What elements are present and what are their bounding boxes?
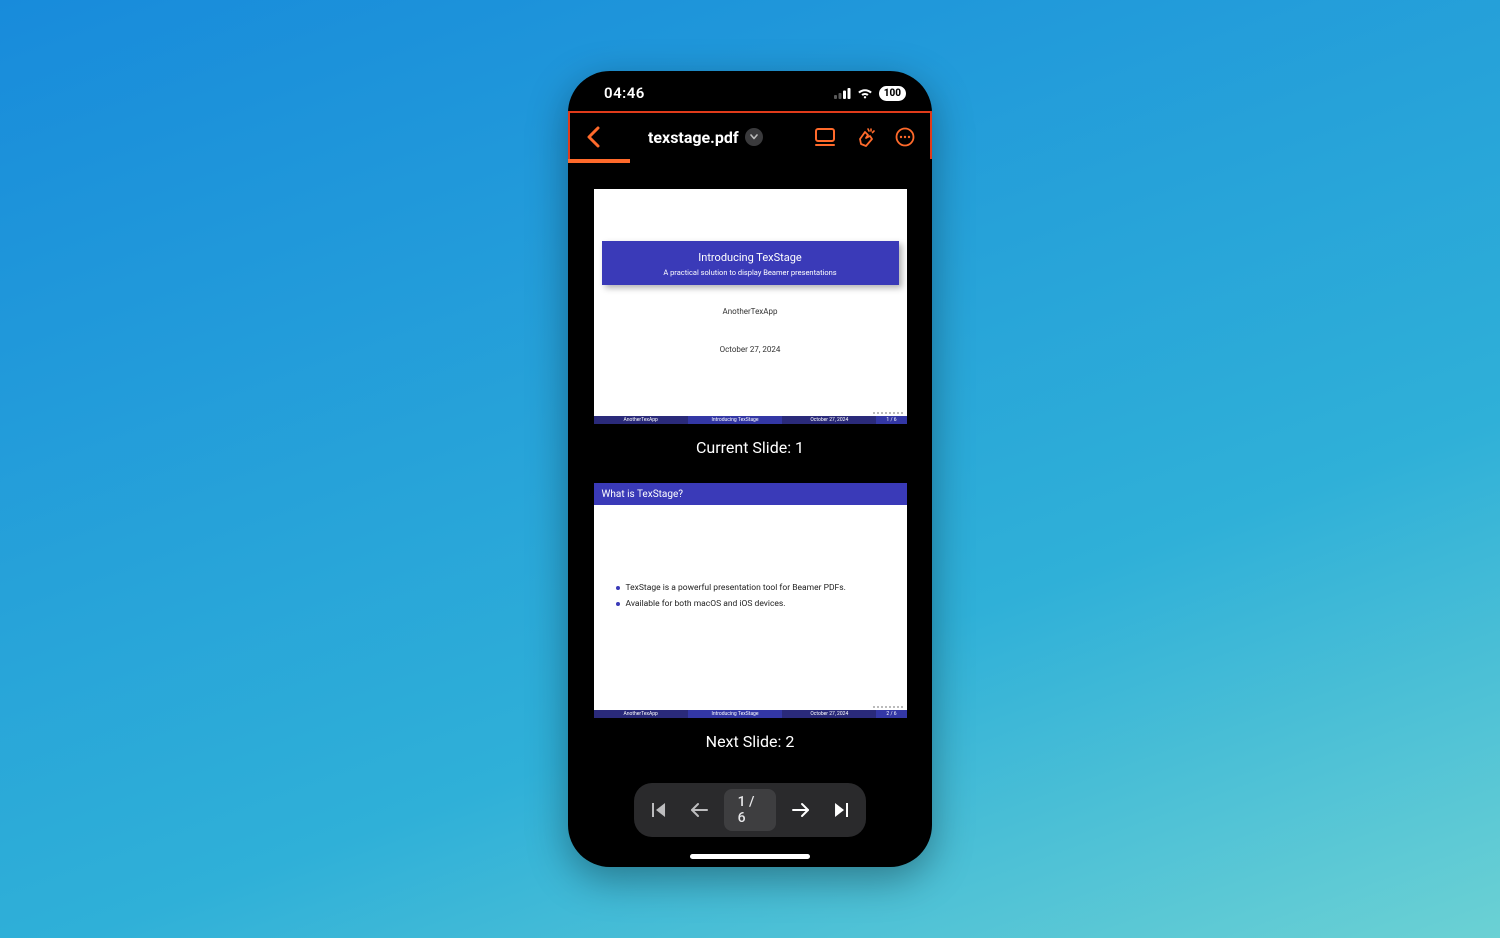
arrow-right-icon: [791, 802, 811, 818]
applause-button[interactable]: [848, 120, 882, 154]
footer-left: AnotherTexApp: [594, 416, 688, 424]
footer-center: Introducing TexStage: [688, 416, 782, 424]
footer-center: Introducing TexStage: [688, 710, 782, 718]
footer-page: 2 / 6: [876, 710, 906, 718]
next-slide-button[interactable]: [786, 793, 816, 827]
slide-author: AnotherTexApp: [594, 307, 907, 316]
page-indicator[interactable]: 1 / 6: [724, 789, 777, 831]
beamer-footer: AnotherTexApp Introducing TexStage Octob…: [594, 710, 907, 718]
cellular-icon: [834, 88, 851, 99]
document-title: texstage.pdf: [648, 128, 739, 147]
status-time: 04:46: [604, 84, 645, 102]
footer-right: October 27, 2024: [782, 416, 876, 424]
first-slide-button[interactable]: [644, 793, 674, 827]
footer-right: October 27, 2024: [782, 710, 876, 718]
title-dropdown[interactable]: [745, 128, 763, 146]
current-slide-preview[interactable]: Introducing TexStage A practical solutio…: [594, 189, 907, 424]
document-title-wrap[interactable]: texstage.pdf: [648, 128, 763, 147]
bullet-item: TexStage is a powerful presentation tool…: [616, 583, 891, 593]
current-slide-label: Current Slide: 1: [696, 438, 804, 457]
footer-left: AnotherTexApp: [594, 710, 688, 718]
next-slide-preview[interactable]: What is TexStage? TexStage is a powerful…: [594, 483, 907, 718]
display-icon: [814, 127, 836, 147]
slide-progress[interactable]: [568, 159, 932, 163]
nav-bar-wrap: texstage.pdf: [568, 115, 932, 159]
back-button[interactable]: [578, 122, 608, 152]
beamer-nav-dots: [873, 412, 903, 414]
next-slide-frametitle: What is TexStage?: [594, 483, 907, 505]
slide-subtitle: A practical solution to display Beamer p…: [610, 268, 891, 277]
footer-page: 1 / 6: [876, 416, 906, 424]
status-icons: 100: [834, 86, 906, 101]
more-button[interactable]: [888, 120, 922, 154]
content-area: Introducing TexStage A practical solutio…: [568, 163, 932, 867]
last-slide-button[interactable]: [826, 793, 856, 827]
chevron-down-icon: [750, 134, 758, 140]
playback-toolbar: 1 / 6: [634, 783, 866, 837]
arrow-left-icon: [689, 802, 709, 818]
prev-slide-button[interactable]: [684, 793, 714, 827]
chevron-left-icon: [586, 126, 600, 148]
battery-level: 100: [884, 88, 901, 99]
bullet-item: Available for both macOS and iOS devices…: [616, 599, 891, 609]
battery-icon: 100: [879, 86, 906, 101]
skip-back-icon: [650, 801, 668, 819]
home-indicator[interactable]: [690, 854, 810, 859]
phone-frame: 04:46 100 texstage.pdf: [568, 71, 932, 867]
slide-progress-fill: [568, 159, 630, 163]
status-bar: 04:46 100: [568, 71, 932, 115]
next-slide-bullets: TexStage is a powerful presentation tool…: [616, 583, 891, 615]
clap-icon: [854, 126, 876, 148]
wifi-icon: [857, 87, 873, 99]
beamer-footer: AnotherTexApp Introducing TexStage Octob…: [594, 416, 907, 424]
slide-date: October 27, 2024: [594, 345, 907, 354]
skip-forward-icon: [832, 801, 850, 819]
beamer-nav-dots: [873, 706, 903, 708]
ellipsis-circle-icon: [895, 127, 915, 147]
display-button[interactable]: [808, 120, 842, 154]
beamer-title-block: Introducing TexStage A practical solutio…: [602, 241, 899, 285]
slide-title: Introducing TexStage: [610, 251, 891, 264]
nav-bar: texstage.pdf: [568, 115, 932, 159]
next-slide-label: Next Slide: 2: [706, 732, 795, 751]
